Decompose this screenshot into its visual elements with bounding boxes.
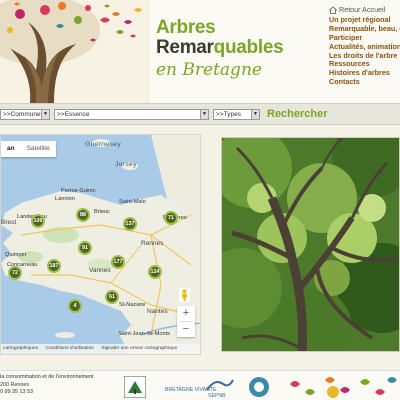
footer-address: la consommation et de l'environnement 20… bbox=[0, 374, 94, 395]
marker-cluster[interactable]: 61 bbox=[105, 290, 119, 304]
site-title[interactable]: Arbres Remarquables en Bretagne bbox=[156, 17, 326, 81]
marker-cluster[interactable]: 91 bbox=[78, 241, 92, 255]
tree-photo-image bbox=[222, 138, 399, 351]
place-label: Brest bbox=[1, 219, 17, 226]
marker-cluster[interactable]: 124 bbox=[148, 265, 162, 279]
home-icon bbox=[329, 6, 337, 15]
sepnb-logo: SEPNB bbox=[208, 393, 226, 399]
marker-cluster[interactable]: 71 bbox=[164, 211, 178, 225]
terms-link[interactable]: Conditions d'utilisation bbox=[45, 346, 94, 351]
marker-cluster[interactable]: 72 bbox=[8, 266, 22, 280]
dropdown-arrow-icon: ▼ bbox=[200, 110, 208, 119]
site-header: Arbres Remarquables en Bretagne Retour A… bbox=[0, 0, 400, 103]
place-label: Vannes bbox=[89, 267, 111, 274]
types-select[interactable]: >>Types ▼ bbox=[213, 109, 260, 120]
place-label: Brieuc bbox=[94, 209, 110, 215]
map[interactable]: an Satellite Guernesey Jersey Perros-Gui… bbox=[0, 134, 201, 355]
home-link[interactable]: Retour Accueil bbox=[329, 5, 400, 15]
place-label: Jersey bbox=[115, 161, 137, 168]
map-type-satellite[interactable]: Satellite bbox=[21, 141, 56, 157]
marker-cluster[interactable]: 177 bbox=[111, 255, 125, 269]
place-label: Perros-Guirec bbox=[61, 188, 96, 194]
filter-bar: ▼ >>Communes▼ >>Essence▼ >>Types▼ Recher… bbox=[0, 103, 400, 125]
search-button[interactable]: Rechercher bbox=[267, 108, 328, 120]
street-view-icon[interactable] bbox=[179, 288, 190, 302]
map-data-credit: cartographiques bbox=[3, 346, 39, 351]
main-nav: Retour Accueil Un projet régional Remarq… bbox=[329, 5, 400, 87]
marker-cluster[interactable]: 187 bbox=[47, 259, 61, 273]
map-footer: cartographiques Conditions d'utilisation… bbox=[1, 344, 200, 354]
place-label: St-Nazaire bbox=[119, 302, 146, 308]
site-title-line1: Arbres bbox=[156, 17, 216, 38]
map-type-control: an Satellite bbox=[1, 141, 56, 157]
partner-logo-icon[interactable] bbox=[248, 376, 270, 398]
marker-cluster[interactable]: 109 bbox=[31, 214, 45, 228]
site-title-line2: Remarquables bbox=[156, 37, 284, 58]
zoom-control: + − bbox=[177, 306, 195, 337]
footer-decoration bbox=[290, 377, 397, 398]
place-label: Lannion bbox=[55, 196, 75, 202]
communes-select[interactable]: >>Communes ▼ bbox=[0, 109, 50, 120]
site-title-line3: en Bretagne bbox=[156, 60, 262, 80]
zoom-out-button[interactable]: − bbox=[177, 322, 195, 337]
map-type-plan[interactable]: an bbox=[1, 141, 21, 157]
marker-cluster[interactable]: 88 bbox=[76, 208, 90, 222]
region-logo-icon[interactable] bbox=[124, 376, 146, 398]
marker-cluster[interactable]: 137 bbox=[123, 217, 137, 231]
site-footer: la consommation et de l'environnement 20… bbox=[0, 370, 400, 400]
essence-select[interactable]: >>Essence ▼ bbox=[54, 109, 209, 120]
place-label: Rennes bbox=[141, 240, 164, 247]
report-error-link[interactable]: Signaler une erreur cartographique bbox=[101, 346, 177, 351]
page: Arbres Remarquables en Bretagne Retour A… bbox=[0, 0, 400, 400]
place-label: Saint-Malo bbox=[119, 199, 146, 205]
map-canvas bbox=[1, 135, 200, 354]
place-label: Guernesey bbox=[85, 141, 121, 148]
place-label: Saint-Jean-de-Monts bbox=[118, 331, 170, 337]
place-label: Nantes bbox=[147, 308, 168, 315]
marker-cluster[interactable]: 4 bbox=[68, 299, 82, 313]
tree-photo bbox=[221, 137, 400, 352]
sepnb-mark-icon bbox=[206, 379, 234, 391]
tree-illustration bbox=[0, 0, 150, 103]
nav-item-contacts[interactable]: Contacts bbox=[329, 77, 400, 87]
dropdown-arrow-icon: ▼ bbox=[41, 110, 49, 119]
place-label: Quimper bbox=[5, 252, 27, 258]
dropdown-arrow-icon: ▼ bbox=[251, 110, 259, 119]
zoom-in-button[interactable]: + bbox=[177, 306, 195, 321]
